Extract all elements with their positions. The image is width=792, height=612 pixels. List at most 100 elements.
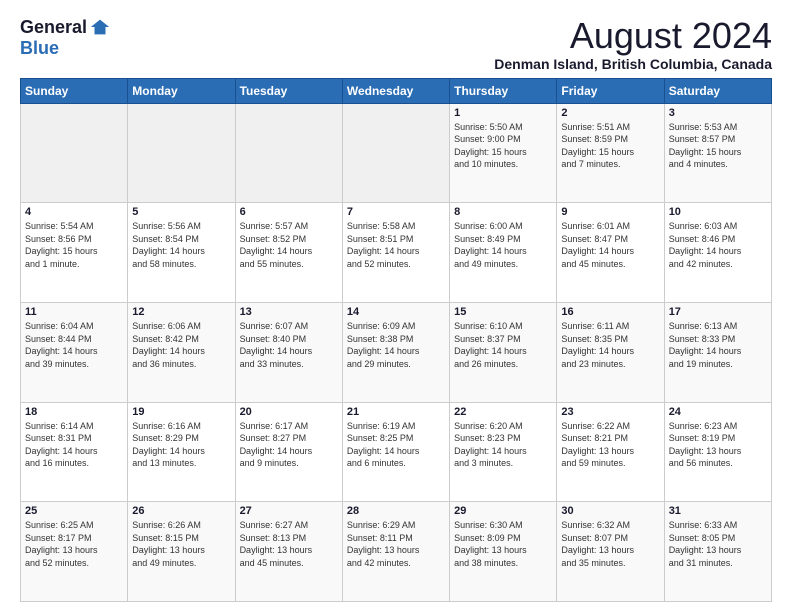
page: General Blue August 2024 Denman Island, … — [0, 0, 792, 612]
day-info: Sunrise: 6:25 AM Sunset: 8:17 PM Dayligh… — [25, 519, 123, 569]
table-row: 11 Sunrise: 6:04 AM Sunset: 8:44 PM Dayli… — [21, 302, 128, 402]
day-info: Sunrise: 6:33 AM Sunset: 8:05 PM Dayligh… — [669, 519, 767, 569]
day-number: 1 — [454, 107, 552, 119]
table-row: 5Sunrise: 5:56 AM Sunset: 8:54 PM Daylig… — [128, 203, 235, 303]
day-number: 17 — [669, 306, 767, 318]
calendar-week-2: 4 Sunrise: 5:54 AM Sunset: 8:56 PM Daylig… — [21, 203, 772, 303]
month-title: August 2024 — [494, 16, 772, 56]
logo: General Blue — [20, 16, 111, 59]
day-info: Sunrise: 6:10 AM Sunset: 8:37 PM Dayligh… — [454, 320, 552, 370]
day-number: 30 — [561, 505, 659, 517]
header-saturday: Saturday — [664, 78, 771, 103]
calendar-week-3: 11 Sunrise: 6:04 AM Sunset: 8:44 PM Dayli… — [21, 302, 772, 402]
day-number: 23 — [561, 406, 659, 418]
day-info: Sunrise: 6:23 AM Sunset: 8:19 PM Dayligh… — [669, 420, 767, 470]
day-info: Sunrise: 6:13 AM Sunset: 8:33 PM Dayligh… — [669, 320, 767, 370]
day-number: 4 — [25, 206, 123, 218]
day-info: Sunrise: 5:57 AM Sunset: 8:52 PM Dayligh… — [240, 220, 338, 270]
day-number: 21 — [347, 406, 445, 418]
header-wednesday: Wednesday — [342, 78, 449, 103]
day-number: 16 — [561, 306, 659, 318]
table-row: 24 Sunrise: 6:23 AM Sunset: 8:19 PM Dayli… — [664, 402, 771, 502]
header-friday: Friday — [557, 78, 664, 103]
day-info: Sunrise: 6:16 AM Sunset: 8:29 PM Dayligh… — [132, 420, 230, 470]
day-info: Sunrise: 6:04 AM Sunset: 8:44 PM Dayligh… — [25, 320, 123, 370]
day-number: 24 — [669, 406, 767, 418]
header-monday: Monday — [128, 78, 235, 103]
header-thursday: Thursday — [450, 78, 557, 103]
table-row: 25Sunrise: 6:25 AM Sunset: 8:17 PM Dayli… — [21, 502, 128, 602]
day-info: Sunrise: 5:58 AM Sunset: 8:51 PM Dayligh… — [347, 220, 445, 270]
day-number: 3 — [669, 107, 767, 119]
header: General Blue August 2024 Denman Island, … — [20, 16, 772, 72]
day-number: 19 — [132, 406, 230, 418]
table-row: 13Sunrise: 6:07 AM Sunset: 8:40 PM Dayli… — [235, 302, 342, 402]
day-info: Sunrise: 6:29 AM Sunset: 8:11 PM Dayligh… — [347, 519, 445, 569]
calendar-week-1: 1Sunrise: 5:50 AM Sunset: 9:00 PM Daylig… — [21, 103, 772, 203]
table-row: 26 Sunrise: 6:26 AM Sunset: 8:15 PM Dayli… — [128, 502, 235, 602]
day-number: 12 — [132, 306, 230, 318]
day-info: Sunrise: 6:19 AM Sunset: 8:25 PM Dayligh… — [347, 420, 445, 470]
table-row: 23Sunrise: 6:22 AM Sunset: 8:21 PM Dayli… — [557, 402, 664, 502]
table-row: 18 Sunrise: 6:14 AM Sunset: 8:31 PM Dayli… — [21, 402, 128, 502]
day-info: Sunrise: 6:17 AM Sunset: 8:27 PM Dayligh… — [240, 420, 338, 470]
table-row: 9 Sunrise: 6:01 AM Sunset: 8:47 PM Daylig… — [557, 203, 664, 303]
location-subtitle: Denman Island, British Columbia, Canada — [494, 56, 772, 72]
day-number: 5 — [132, 206, 230, 218]
day-number: 22 — [454, 406, 552, 418]
day-number: 11 — [25, 306, 123, 318]
day-info: Sunrise: 5:54 AM Sunset: 8:56 PM Dayligh… — [25, 220, 123, 270]
day-info: Sunrise: 6:11 AM Sunset: 8:35 PM Dayligh… — [561, 320, 659, 370]
table-row: 30 Sunrise: 6:32 AM Sunset: 8:07 PM Dayli… — [557, 502, 664, 602]
table-row: 8Sunrise: 6:00 AM Sunset: 8:49 PM Daylig… — [450, 203, 557, 303]
table-row: 6 Sunrise: 5:57 AM Sunset: 8:52 PM Daylig… — [235, 203, 342, 303]
day-info: Sunrise: 6:26 AM Sunset: 8:15 PM Dayligh… — [132, 519, 230, 569]
day-number: 10 — [669, 206, 767, 218]
day-info: Sunrise: 6:20 AM Sunset: 8:23 PM Dayligh… — [454, 420, 552, 470]
day-number: 6 — [240, 206, 338, 218]
header-sunday: Sunday — [21, 78, 128, 103]
day-number: 9 — [561, 206, 659, 218]
table-row: 27Sunrise: 6:27 AM Sunset: 8:13 PM Dayli… — [235, 502, 342, 602]
day-info: Sunrise: 6:01 AM Sunset: 8:47 PM Dayligh… — [561, 220, 659, 270]
day-number: 8 — [454, 206, 552, 218]
day-number: 15 — [454, 306, 552, 318]
table-row: 4 Sunrise: 5:54 AM Sunset: 8:56 PM Daylig… — [21, 203, 128, 303]
table-row — [342, 103, 449, 203]
table-row: 17 Sunrise: 6:13 AM Sunset: 8:33 PM Dayli… — [664, 302, 771, 402]
day-number: 26 — [132, 505, 230, 517]
logo-general: General — [20, 17, 87, 38]
table-row: 20 Sunrise: 6:17 AM Sunset: 8:27 PM Dayli… — [235, 402, 342, 502]
logo-blue: Blue — [20, 38, 59, 59]
calendar-week-4: 18 Sunrise: 6:14 AM Sunset: 8:31 PM Dayli… — [21, 402, 772, 502]
day-info: Sunrise: 5:53 AM Sunset: 8:57 PM Dayligh… — [669, 121, 767, 171]
table-row — [235, 103, 342, 203]
header-tuesday: Tuesday — [235, 78, 342, 103]
day-number: 20 — [240, 406, 338, 418]
table-row: 2Sunrise: 5:51 AM Sunset: 8:59 PM Daylig… — [557, 103, 664, 203]
day-info: Sunrise: 6:07 AM Sunset: 8:40 PM Dayligh… — [240, 320, 338, 370]
table-row: 19 Sunrise: 6:16 AM Sunset: 8:29 PM Dayli… — [128, 402, 235, 502]
table-row: 16 Sunrise: 6:11 AM Sunset: 8:35 PM Dayli… — [557, 302, 664, 402]
day-number: 29 — [454, 505, 552, 517]
table-row: 14 Sunrise: 6:09 AM Sunset: 8:38 PM Dayli… — [342, 302, 449, 402]
day-number: 18 — [25, 406, 123, 418]
table-row — [21, 103, 128, 203]
table-row: 3 Sunrise: 5:53 AM Sunset: 8:57 PM Daylig… — [664, 103, 771, 203]
day-number: 14 — [347, 306, 445, 318]
calendar-week-5: 25Sunrise: 6:25 AM Sunset: 8:17 PM Dayli… — [21, 502, 772, 602]
table-row: 29Sunrise: 6:30 AM Sunset: 8:09 PM Dayli… — [450, 502, 557, 602]
table-row: 12 Sunrise: 6:06 AM Sunset: 8:42 PM Dayli… — [128, 302, 235, 402]
day-info: Sunrise: 6:06 AM Sunset: 8:42 PM Dayligh… — [132, 320, 230, 370]
calendar-header-row: Sunday Monday Tuesday Wednesday Thursday… — [21, 78, 772, 103]
calendar-table: Sunday Monday Tuesday Wednesday Thursday… — [20, 78, 772, 602]
day-number: 28 — [347, 505, 445, 517]
day-number: 27 — [240, 505, 338, 517]
table-row: 10Sunrise: 6:03 AM Sunset: 8:46 PM Dayli… — [664, 203, 771, 303]
day-info: Sunrise: 6:14 AM Sunset: 8:31 PM Dayligh… — [25, 420, 123, 470]
day-info: Sunrise: 6:32 AM Sunset: 8:07 PM Dayligh… — [561, 519, 659, 569]
table-row: 15 Sunrise: 6:10 AM Sunset: 8:37 PM Dayli… — [450, 302, 557, 402]
table-row: 28 Sunrise: 6:29 AM Sunset: 8:11 PM Dayli… — [342, 502, 449, 602]
table-row: 1Sunrise: 5:50 AM Sunset: 9:00 PM Daylig… — [450, 103, 557, 203]
day-info: Sunrise: 6:09 AM Sunset: 8:38 PM Dayligh… — [347, 320, 445, 370]
